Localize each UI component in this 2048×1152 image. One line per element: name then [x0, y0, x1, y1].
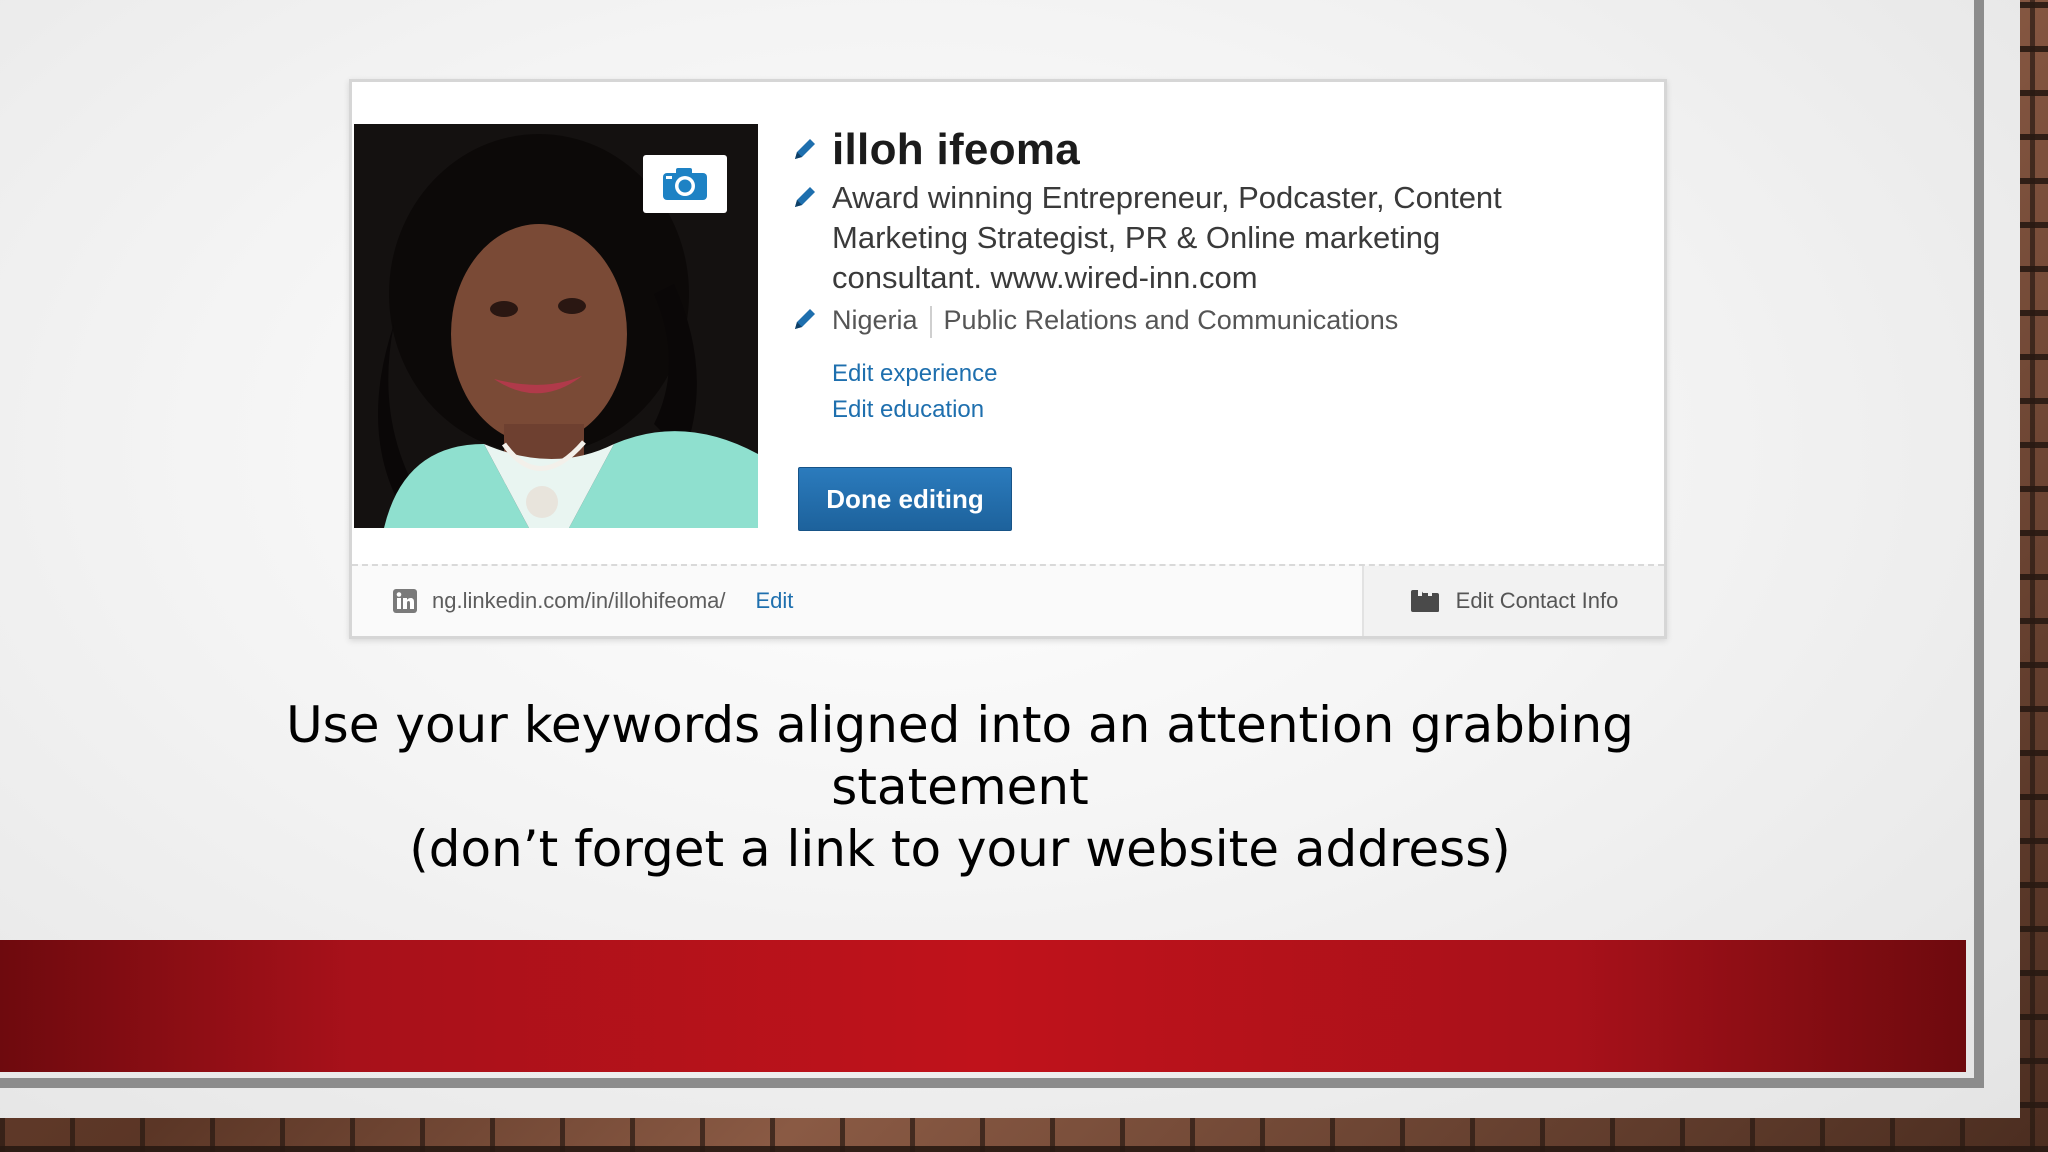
profile-info: illoh ifeoma Award winning Entrepreneur,… [792, 122, 1632, 428]
caption-line: Use your keywords aligned into an attent… [286, 696, 1634, 816]
pencil-icon[interactable] [792, 136, 818, 162]
slide: illoh ifeoma Award winning Entrepreneur,… [0, 0, 2020, 1118]
done-editing-button[interactable]: Done editing [798, 467, 1012, 531]
camera-icon [663, 168, 707, 200]
profile-photo[interactable] [354, 124, 758, 528]
profile-footer: ng.linkedin.com/in/illohifeoma/ Edit Edi… [352, 564, 1664, 636]
edit-education-link[interactable]: Edit education [832, 392, 1632, 428]
profile-headline: Award winning Entrepreneur, Podcaster, C… [832, 178, 1632, 298]
divider [929, 305, 932, 338]
pencil-icon[interactable] [792, 184, 818, 210]
change-photo-button[interactable] [643, 155, 727, 213]
edit-contact-info-button[interactable]: Edit Contact Info [1362, 566, 1664, 636]
headline-line: consultant. www.wired-inn.com [832, 260, 1258, 295]
profile-url: ng.linkedin.com/in/illohifeoma/ [432, 588, 726, 613]
public-profile-url: ng.linkedin.com/in/illohifeoma/ Edit [392, 566, 793, 636]
linkedin-profile-card: illoh ifeoma Award winning Entrepreneur,… [349, 79, 1667, 639]
red-footer-band [0, 940, 1966, 1072]
edit-contact-label: Edit Contact Info [1455, 588, 1619, 613]
headline-line: Award winning Entrepreneur, Podcaster, C… [832, 180, 1502, 215]
headline-row: Award winning Entrepreneur, Podcaster, C… [792, 178, 1632, 298]
profile-location: Nigeria [832, 305, 918, 335]
headline-line: Marketing Strategist, PR & Online market… [832, 220, 1441, 255]
edit-links: Edit experience Edit education [792, 356, 1632, 428]
linkedin-icon [393, 589, 417, 613]
profile-name: illoh ifeoma [832, 125, 1081, 174]
caption-line: (don’t forget a link to your website add… [409, 820, 1511, 878]
edit-url-link[interactable]: Edit [756, 588, 794, 614]
profile-industry: Public Relations and Communications [943, 305, 1399, 335]
contact-card-icon [1410, 590, 1439, 612]
name-row: illoh ifeoma [792, 122, 1632, 178]
pencil-icon[interactable] [792, 306, 818, 332]
slide-caption: Use your keywords aligned into an attent… [150, 694, 1770, 880]
location-row: Nigeria Public Relations and Communicatio… [792, 302, 1632, 338]
edit-experience-link[interactable]: Edit experience [832, 356, 1632, 392]
